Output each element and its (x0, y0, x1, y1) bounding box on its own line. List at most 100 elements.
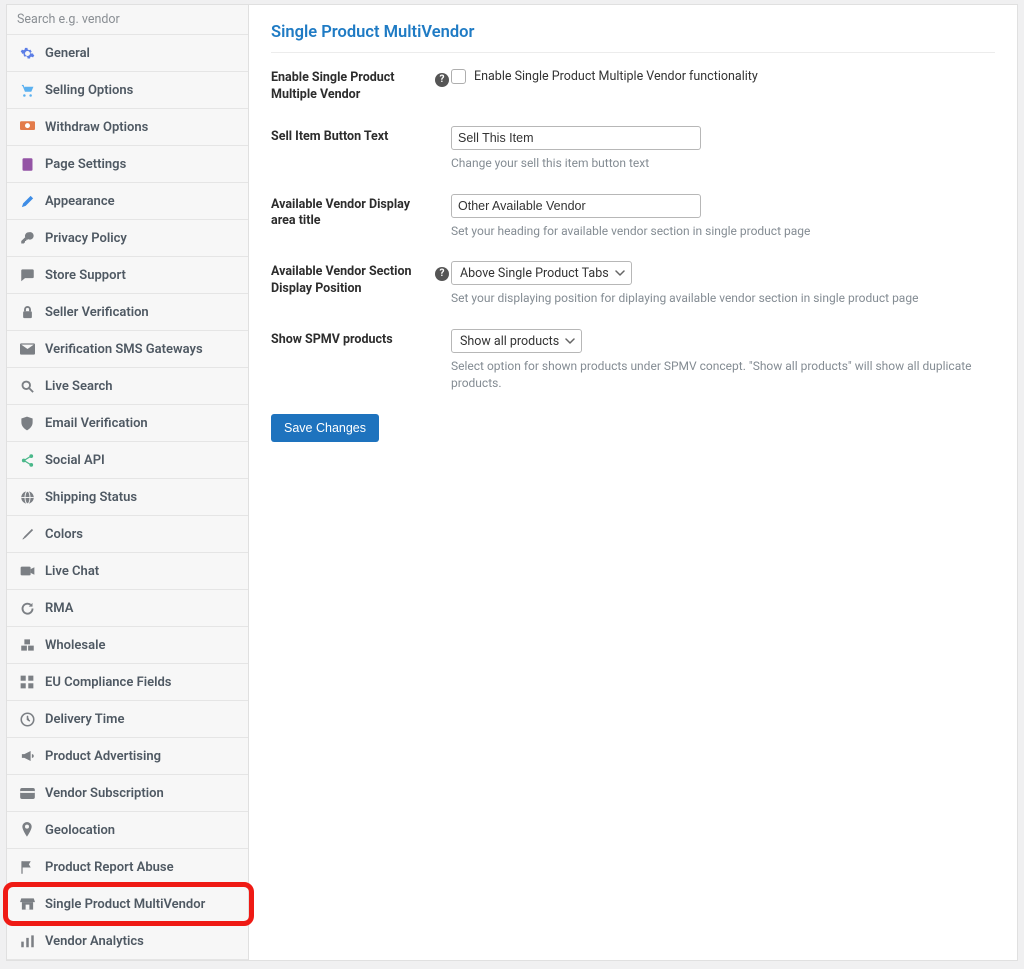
sidebar-search-placeholder[interactable]: Search e.g. vendor (7, 5, 248, 35)
settings-panel: Single Product MultiVendor Enable Single… (249, 4, 1018, 961)
sidebar-item-eu-compliance-fields[interactable]: EU Compliance Fields (7, 664, 248, 701)
sidebar-item-live-chat[interactable]: Live Chat (7, 553, 248, 590)
globe-icon (19, 489, 35, 505)
settings-sidebar: Search e.g. vendor General Selling Option… (6, 4, 249, 961)
sidebar-item-social-api[interactable]: Social API (7, 442, 248, 479)
hint-display-position: Set your displaying position for diplayi… (451, 290, 995, 307)
sidebar-item-verification-sms-gateways[interactable]: Verification SMS Gateways (7, 331, 248, 368)
enable-spmv-checkbox[interactable] (451, 69, 466, 84)
sidebar-item-label: Social API (45, 453, 105, 468)
pin-icon (19, 822, 35, 838)
gear-icon (19, 45, 35, 61)
spmv-products-select[interactable]: Show all products (451, 329, 582, 353)
sidebar-item-label: Live Chat (45, 564, 99, 579)
clock-icon (19, 711, 35, 727)
sidebar-item-appearance[interactable]: Appearance (7, 183, 248, 220)
grid-icon (19, 674, 35, 690)
sidebar-item-label: Appearance (45, 194, 115, 209)
page-title: Single Product MultiVendor (271, 23, 995, 53)
sidebar-item-label: Live Search (45, 379, 113, 394)
sidebar-item-label: Delivery Time (45, 712, 124, 727)
card-icon (19, 785, 35, 801)
megaphone-icon (19, 748, 35, 764)
chevron-down-icon (565, 336, 575, 346)
field-label-display-position: Available Vendor Section Display Positio… (271, 261, 433, 298)
store-icon (19, 896, 35, 912)
paint-icon (19, 526, 35, 542)
flag-icon (19, 859, 35, 875)
enable-spmv-checkbox-label: Enable Single Product Multiple Vendor fu… (474, 69, 758, 84)
sidebar-item-label: Selling Options (45, 83, 133, 98)
sidebar-item-general[interactable]: General (7, 35, 248, 72)
sidebar-item-product-advertising[interactable]: Product Advertising (7, 738, 248, 775)
hint-spmv: Select option for shown products under S… (451, 358, 995, 392)
sidebar-item-label: Page Settings (45, 157, 126, 172)
mail-icon (19, 341, 35, 357)
shield-icon (19, 415, 35, 431)
sidebar-item-label: Vendor Analytics (45, 934, 144, 949)
sidebar-item-label: Store Support (45, 268, 126, 283)
sidebar-item-shipping-status[interactable]: Shipping Status (7, 479, 248, 516)
video-icon (19, 563, 35, 579)
sidebar-item-page-settings[interactable]: Page Settings (7, 146, 248, 183)
sidebar-item-colors[interactable]: Colors (7, 516, 248, 553)
sidebar-item-label: Colors (45, 527, 83, 542)
display-position-value: Above Single Product Tabs (460, 266, 609, 281)
sidebar-item-label: Email Verification (45, 416, 148, 431)
sidebar-item-live-search[interactable]: Live Search (7, 368, 248, 405)
sidebar-item-selling-options[interactable]: Selling Options (7, 72, 248, 109)
lock-icon (19, 304, 35, 320)
field-label-area-title: Available Vendor Display area title (271, 194, 433, 231)
sidebar-item-label: Single Product MultiVendor (45, 897, 205, 912)
sidebar-item-label: Withdraw Options (45, 120, 148, 135)
sidebar-item-geolocation[interactable]: Geolocation (7, 812, 248, 849)
withdraw-icon (19, 119, 35, 135)
sidebar-item-label: RMA (45, 601, 73, 616)
sidebar-item-withdraw-options[interactable]: Withdraw Options (7, 109, 248, 146)
display-position-select[interactable]: Above Single Product Tabs (451, 261, 632, 285)
sidebar-item-vendor-analytics[interactable]: Vendor Analytics (7, 923, 248, 960)
sidebar-item-store-support[interactable]: Store Support (7, 257, 248, 294)
refresh-icon (19, 600, 35, 616)
hint-area-title: Set your heading for available vendor se… (451, 223, 995, 240)
sidebar-item-vendor-subscription[interactable]: Vendor Subscription (7, 775, 248, 812)
spmv-products-value: Show all products (460, 334, 559, 349)
chevron-down-icon (615, 268, 625, 278)
field-label-enable: Enable Single Product Multiple Vendor (271, 67, 433, 104)
boxes-icon (19, 637, 35, 653)
sidebar-item-label: Privacy Policy (45, 231, 127, 246)
cart-icon (19, 82, 35, 98)
sidebar-item-email-verification[interactable]: Email Verification (7, 405, 248, 442)
help-icon[interactable]: ? (435, 73, 449, 87)
sidebar-item-label: Product Advertising (45, 749, 161, 764)
sidebar-item-wholesale[interactable]: Wholesale (7, 627, 248, 664)
sidebar-item-label: Vendor Subscription (45, 786, 164, 801)
sidebar-item-delivery-time[interactable]: Delivery Time (7, 701, 248, 738)
sidebar-item-label: Geolocation (45, 823, 115, 838)
sidebar-item-product-report-abuse[interactable]: Product Report Abuse (7, 849, 248, 886)
sidebar-item-label: General (45, 46, 90, 61)
chat-icon (19, 267, 35, 283)
search-icon (19, 378, 35, 394)
sidebar-item-label: Verification SMS Gateways (45, 342, 203, 357)
sidebar-item-privacy-policy[interactable]: Privacy Policy (7, 220, 248, 257)
analytics-icon (19, 933, 35, 949)
field-label-spmv: Show SPMV products (271, 329, 433, 349)
available-vendor-title-input[interactable] (451, 194, 701, 218)
sidebar-item-single-product-multivendor[interactable]: Single Product MultiVendor (7, 886, 248, 923)
share-icon (19, 452, 35, 468)
sidebar-item-seller-verification[interactable]: Seller Verification (7, 294, 248, 331)
save-changes-button[interactable]: Save Changes (271, 414, 379, 442)
sidebar-item-label: Shipping Status (45, 490, 137, 505)
field-label-sell-button: Sell Item Button Text (271, 126, 433, 146)
sidebar-item-label: Seller Verification (45, 305, 149, 320)
sell-item-button-text-input[interactable] (451, 126, 701, 150)
sidebar-item-label: Product Report Abuse (45, 860, 174, 875)
sidebar-item-rma[interactable]: RMA (7, 590, 248, 627)
sidebar-item-label: Wholesale (45, 638, 105, 653)
sidebar-item-label: EU Compliance Fields (45, 675, 171, 690)
hint-sell-button: Change your sell this item button text (451, 155, 995, 172)
key-icon (19, 230, 35, 246)
brush-icon (19, 193, 35, 209)
help-icon[interactable]: ? (435, 267, 449, 281)
